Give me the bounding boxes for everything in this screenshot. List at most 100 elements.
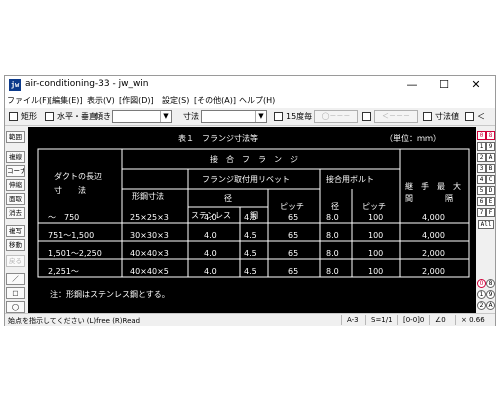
- dimval-checkbox[interactable]: [423, 112, 432, 121]
- table-body: ～ 750 25×25×3 4.0 4.5 65 8.0 100 4,000 751～1,500…: [48, 213, 445, 276]
- title-bar: jw air-conditioning-33 - jw_win — ☐ ✕: [5, 76, 495, 94]
- layer-button[interactable]: D: [486, 186, 495, 195]
- table-cell-bolt_p: 100: [368, 249, 383, 258]
- layer-button[interactable]: 4: [477, 175, 486, 184]
- arrow-mode-button[interactable]: ＜－－－: [374, 110, 418, 123]
- table-cell-max: 4,000: [422, 213, 445, 222]
- layer-button[interactable]: 7: [477, 208, 486, 217]
- tool-undo[interactable]: 戻る: [6, 255, 25, 267]
- tool-corner[interactable]: コーナー: [6, 165, 25, 177]
- layer-button[interactable]: 9: [486, 142, 495, 151]
- status-divider: [365, 315, 366, 325]
- cad-window: jw air-conditioning-33 - jw_win — ☐ ✕ ファ…: [4, 75, 496, 326]
- layer-button[interactable]: 5: [477, 186, 486, 195]
- table-cell-max: 2,000: [422, 249, 445, 258]
- layer-group-button[interactable]: A: [486, 301, 495, 310]
- tool-stretch[interactable]: 伸縮: [6, 179, 25, 191]
- arrow-checkbox[interactable]: [362, 112, 371, 121]
- header-fitting-max: 継 手 最 大: [405, 181, 461, 191]
- tilt-combo[interactable]: ▼: [112, 110, 172, 123]
- hv-checkbox[interactable]: [45, 112, 54, 121]
- table-cell-range: ～ 750: [48, 213, 79, 222]
- table-cell-shape: 25×25×3: [130, 213, 169, 222]
- table-cell-pitch: 65: [288, 231, 298, 240]
- table-cell-shape: 40×40×3: [130, 249, 169, 258]
- table-cell-bolt_d: 8.0: [326, 267, 339, 276]
- layer-button[interactable]: 3: [477, 164, 486, 173]
- header-diameter: 径: [224, 193, 232, 203]
- table-cell-max: 2,000: [422, 267, 445, 276]
- tool-chamfer[interactable]: 面取: [6, 193, 25, 205]
- status-paper[interactable]: A-3: [347, 316, 359, 324]
- layer-button[interactable]: 6: [477, 197, 486, 206]
- header-joint-bolt: 接合用ボルト: [326, 174, 374, 184]
- table-cell-bolt_p: 100: [368, 267, 383, 276]
- status-layer[interactable]: [0-0]0: [403, 316, 424, 324]
- drawing-svg: 表１ フランジ寸法等 （単位：ｍｍ） ダクトの長辺 寸 法 接 合 フ ラ ン …: [37, 133, 470, 299]
- maximize-button[interactable]: ☐: [431, 77, 457, 93]
- layer-button[interactable]: 0: [477, 131, 486, 140]
- layer-group-button[interactable]: 8: [486, 279, 495, 288]
- layer-group-button[interactable]: 2: [477, 301, 486, 310]
- menu-draw[interactable]: [作図(D)]: [119, 95, 154, 106]
- layer-group-button[interactable]: 1: [477, 290, 486, 299]
- jw-app-icon: jw: [9, 79, 21, 91]
- extra-checkbox[interactable]: [465, 112, 474, 121]
- table-cell-shape: 40×40×5: [130, 267, 169, 276]
- layer-button[interactable]: B: [486, 164, 495, 173]
- tool-copy[interactable]: 複写: [6, 225, 25, 237]
- menu-settings[interactable]: 設定(S): [162, 95, 189, 106]
- menu-help[interactable]: ヘルプ(H): [239, 95, 275, 106]
- all-layers-button[interactable]: All: [478, 220, 494, 229]
- table-cell-bolt_d: 8.0: [326, 231, 339, 240]
- rectangle-icon[interactable]: □: [6, 287, 25, 299]
- layer-group-button[interactable]: 9: [486, 290, 495, 299]
- menu-other[interactable]: [その他(A)]: [194, 95, 236, 106]
- unit-label: （単位：ｍｍ）: [385, 133, 441, 143]
- table-cell-bolt_d: 8.0: [326, 213, 339, 222]
- table-note: 注：形鋼はステンレス鋼とする。: [50, 289, 170, 299]
- dimval-label: 寸法値: [435, 112, 459, 121]
- tool-move[interactable]: 移動: [6, 239, 25, 251]
- fifteen-label: 15度毎: [286, 112, 313, 121]
- status-angle[interactable]: ∠0: [435, 316, 446, 324]
- status-divider: [429, 315, 430, 325]
- fifteen-checkbox[interactable]: [274, 112, 283, 121]
- menu-view[interactable]: 表示(V): [87, 95, 115, 106]
- menu-file[interactable]: ファイル(F): [7, 95, 50, 106]
- status-bar: 始点を指示してください (L)free (R)Read A-3 S=1/1 [0…: [5, 313, 495, 326]
- header-joint-flange: 接 合 フ ラ ン ジ: [210, 154, 298, 164]
- chevron-down-icon: ▼: [160, 111, 171, 122]
- layer-button[interactable]: C: [486, 175, 495, 184]
- layer-group-button[interactable]: 0: [477, 279, 486, 288]
- table-cell-bolt_d: 8.0: [326, 249, 339, 258]
- layer-button[interactable]: A: [486, 153, 495, 162]
- table-cell-bolt_p: 100: [368, 231, 383, 240]
- layer-button[interactable]: 8: [486, 131, 495, 140]
- layer-button[interactable]: E: [486, 197, 495, 206]
- circle-icon[interactable]: ◯: [6, 301, 25, 313]
- tool-range[interactable]: 範囲: [6, 131, 25, 143]
- dim-label: 寸法: [183, 112, 199, 121]
- header-interval: 間 隔: [405, 194, 453, 203]
- header-bolt-dia: 径: [331, 201, 339, 211]
- rect-checkbox[interactable]: [9, 112, 18, 121]
- status-zoom[interactable]: × 0.66: [461, 316, 485, 324]
- layer-button[interactable]: 1: [477, 142, 486, 151]
- tool-erase[interactable]: 消去: [6, 207, 25, 219]
- minimize-button[interactable]: —: [399, 77, 425, 93]
- layer-button[interactable]: F: [486, 208, 495, 217]
- tool-offset[interactable]: 複線: [6, 151, 25, 163]
- table-cell-pitch: 65: [288, 249, 298, 258]
- dim-combo[interactable]: ▼: [201, 110, 267, 123]
- menu-edit[interactable]: [編集(E)]: [49, 95, 83, 106]
- status-divider: [341, 315, 342, 325]
- header-shape-steel: 形鋼寸法: [132, 191, 164, 201]
- table-cell-range: 1,501～2,250: [48, 249, 102, 258]
- drawing-canvas[interactable]: 表１ フランジ寸法等 （単位：ｍｍ） ダクトの長辺 寸 法 接 合 フ ラ ン …: [28, 127, 476, 313]
- status-scale[interactable]: S=1/1: [371, 316, 393, 324]
- line-icon[interactable]: ／: [6, 273, 25, 285]
- layer-button[interactable]: 2: [477, 153, 486, 162]
- arc-mode-button[interactable]: ◯－－－: [314, 110, 358, 123]
- close-button[interactable]: ✕: [463, 77, 489, 93]
